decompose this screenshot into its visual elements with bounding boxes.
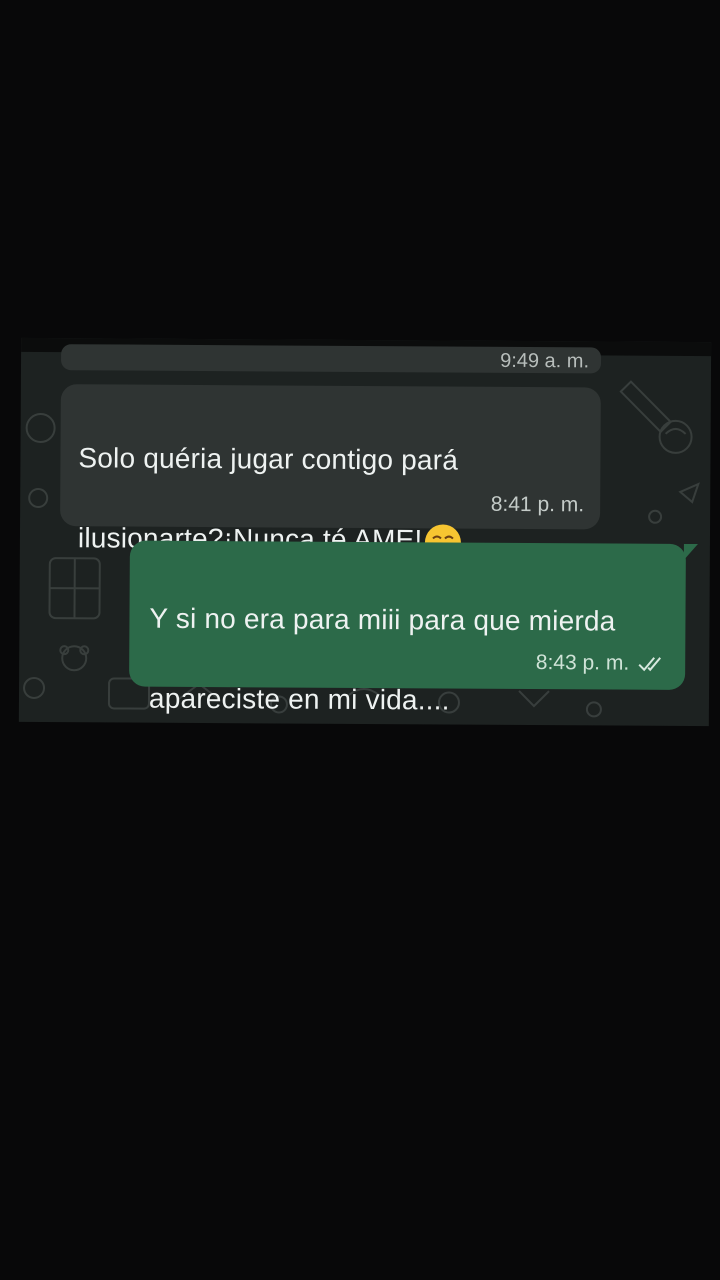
outgoing-message-line-2: apareciste en mi vida.... (148, 682, 450, 716)
crying-face-icon (190, 722, 227, 727)
previous-message-time: 9:49 a. m. (500, 349, 590, 373)
read-double-check-icon (638, 657, 662, 672)
outgoing-message-time: 8:43 p. m. (535, 651, 630, 675)
outgoing-message-line-1: Y si no era para miii para que mierda (149, 602, 616, 637)
incoming-message-bubble[interactable]: Solo quéria jugar contigo pará ilusionar… (60, 384, 601, 561)
outgoing-message-meta: 8:43 p. m. (536, 651, 668, 676)
previous-message-bubble[interactable]: 9:49 a. m. (60, 344, 602, 374)
incoming-message-time: 8:41 p. m. (490, 492, 585, 517)
chat-screenshot: 9:49 a. m. Solo quéria jugar contigo par… (18, 337, 712, 727)
outgoing-message-bubble[interactable]: Y si no era para miii para que mierda ap… (129, 540, 686, 727)
outgoing-message-text: Y si no era para miii para que mierda ap… (148, 559, 666, 727)
incoming-message-line-1: Solo quéria jugar contigo pará (78, 442, 459, 476)
broken-heart-icon (152, 725, 186, 727)
incoming-message-meta: 8:41 p. m. (491, 493, 585, 518)
incoming-message-text: Solo quéria jugar contigo pará ilusionar… (78, 398, 583, 562)
